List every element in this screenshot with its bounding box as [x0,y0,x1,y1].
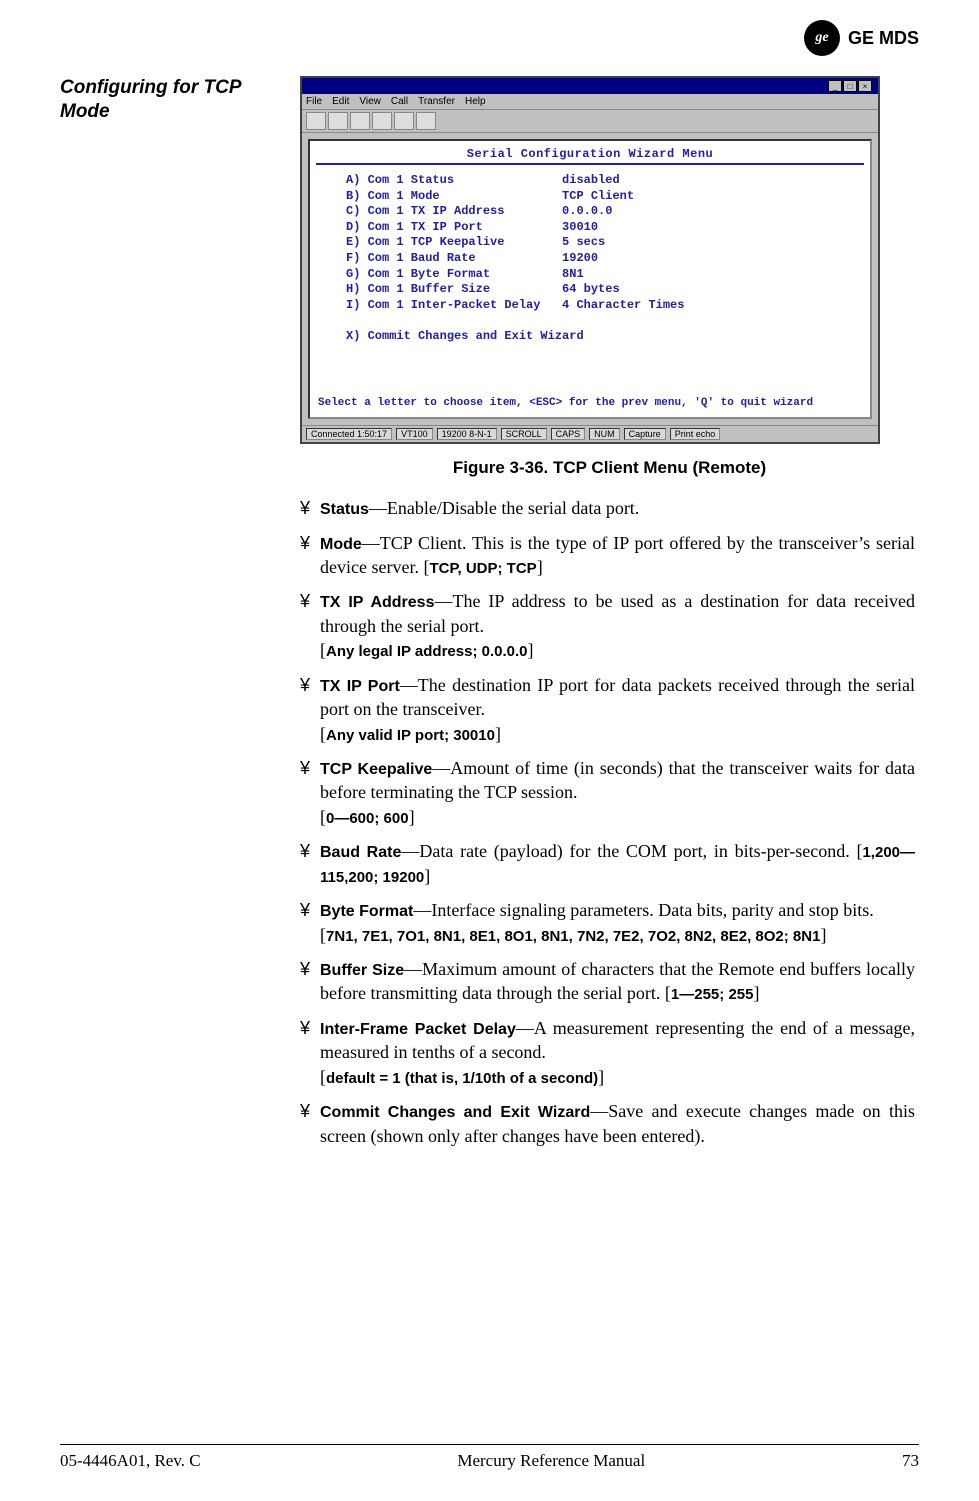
menu-edit[interactable]: Edit [332,96,349,107]
toolbar-button[interactable] [328,112,348,130]
toolbar-button[interactable] [372,112,392,130]
window-toolbar [302,110,878,133]
parameter-name: Commit Changes and Exit Wizard [320,1104,590,1121]
parameter-range: Any legal IP address; 0.0.0.0 [326,643,528,660]
bullet-marker: ¥ [300,673,310,697]
status-cell: Print echo [670,428,721,440]
toolbar-button[interactable] [306,112,326,130]
parameter-name: Byte Format [320,903,413,920]
toolbar-button[interactable] [350,112,370,130]
bullet-marker: ¥ [300,898,310,922]
list-item: ¥ Buffer Size—Maximum amount of character… [300,957,915,1006]
terminal-menu-list: A) Com 1 Status disabled B) Com 1 Mode T… [346,173,864,345]
bullet-marker: ¥ [300,1099,310,1123]
status-cell: CAPS [551,428,586,440]
parameter-range: 1—255; 255 [671,986,754,1003]
bullet-marker: ¥ [300,589,310,613]
list-item: ¥Inter-Frame Packet Delay—A measurement … [300,1016,915,1089]
menu-transfer[interactable]: Transfer [418,96,455,107]
bullet-marker: ¥ [300,496,310,520]
parameter-description: —TCP Client. This is the type of IP port… [320,533,915,578]
list-item: ¥ Status—Enable/Disable the serial data p… [300,496,915,521]
parameter-description: —Data rate (payload) for the COM port, i… [401,841,862,861]
footer-page-number: 73 [902,1451,919,1471]
logo: ge GE MDS [804,20,919,56]
terminal-window: _ □ × File Edit View Call Transfer Help [300,76,880,444]
parameter-name: Status [320,501,369,518]
toolbar-button[interactable] [416,112,436,130]
menu-file[interactable]: File [306,96,322,107]
terminal-footer-hint: Select a letter to choose item, <ESC> fo… [318,397,862,409]
list-item: ¥ TX IP Port—The destination IP port for … [300,673,915,746]
parameter-description: —Enable/Disable the serial data port. [369,498,639,518]
bullet-marker: ¥ [300,1016,310,1040]
bullet-marker: ¥ [300,839,310,863]
window-menubar: File Edit View Call Transfer Help [302,94,878,110]
parameter-name: TCP Keepalive [320,761,432,778]
figure-caption: Figure 3-36. TCP Client Menu (Remote) [300,458,919,478]
parameter-name: TX IP Port [320,678,400,695]
window-statusbar: Connected 1:50:17 VT100 19200 8-N-1 SCRO… [302,425,878,442]
footer-docid: 05-4446A01, Rev. C [60,1451,201,1471]
list-item: ¥TX IP Address—The IP address to be used… [300,589,915,662]
section-heading: Configuring for TCP Mode [60,76,280,1158]
page-header: ge GE MDS [60,20,919,56]
menu-help[interactable]: Help [465,96,486,107]
page: ge GE MDS Configuring for TCP Mode _ □ × [0,0,979,1501]
parameter-name: Inter-Frame Packet Delay [320,1021,516,1038]
parameter-name: Buffer Size [320,962,404,979]
parameter-name: TX IP Address [320,594,434,611]
parameter-range: TCP, UDP; TCP [429,560,536,577]
ge-monogram-icon: ge [804,20,840,56]
parameter-range: default = 1 (that is, 1/10th of a second… [326,1070,598,1087]
bullet-marker: ¥ [300,756,310,780]
parameter-list: ¥ Status—Enable/Disable the serial data p… [300,496,919,1148]
parameter-name: Baud Rate [320,844,401,861]
toolbar-button[interactable] [394,112,414,130]
list-item: ¥ Byte Format—Interface signaling paramet… [300,898,915,947]
status-cell: 19200 8-N-1 [437,428,497,440]
status-cell: Connected 1:50:17 [306,428,392,440]
parameter-range: 7N1, 7E1, 7O1, 8N1, 8E1, 8O1, 8N1, 7N2, … [326,928,820,945]
window-titlebar: _ □ × [302,78,878,94]
list-item: ¥ Baud Rate—Data rate (payload) for the C… [300,839,915,888]
terminal-screen: Serial Configuration Wizard Menu A) Com … [308,139,872,419]
menu-view[interactable]: View [359,96,381,107]
parameter-description: —The destination IP port for data packet… [320,675,915,720]
parameter-range: Any valid IP port; 30010 [326,727,495,744]
minimize-icon[interactable]: _ [828,80,842,92]
status-cell: SCROLL [501,428,547,440]
logo-text: GE MDS [848,28,919,48]
close-icon[interactable]: × [858,80,872,92]
main-column: _ □ × File Edit View Call Transfer Help [300,76,919,1158]
footer-manual-title: Mercury Reference Manual [457,1451,645,1471]
menu-call[interactable]: Call [391,96,408,107]
list-item: ¥Commit Changes and Exit Wizard—Save and… [300,1099,915,1148]
bullet-marker: ¥ [300,531,310,555]
list-item: ¥TCP Keepalive—Amount of time (in second… [300,756,915,829]
parameter-name: Mode [320,536,362,553]
status-cell: NUM [589,428,620,440]
parameter-description: —Interface signaling parameters. Data bi… [413,900,873,920]
terminal-menu-title: Serial Configuration Wizard Menu [316,147,864,161]
bullet-marker: ¥ [300,957,310,981]
status-cell: VT100 [396,428,433,440]
page-footer: 05-4446A01, Rev. C Mercury Reference Man… [60,1444,919,1471]
status-cell: Capture [624,428,666,440]
list-item: ¥ Mode—TCP Client. This is the type of IP… [300,531,915,580]
maximize-icon[interactable]: □ [843,80,857,92]
parameter-range: 0—600; 600 [326,810,409,827]
parameter-description: —Maximum amount of characters that the R… [320,959,915,1004]
